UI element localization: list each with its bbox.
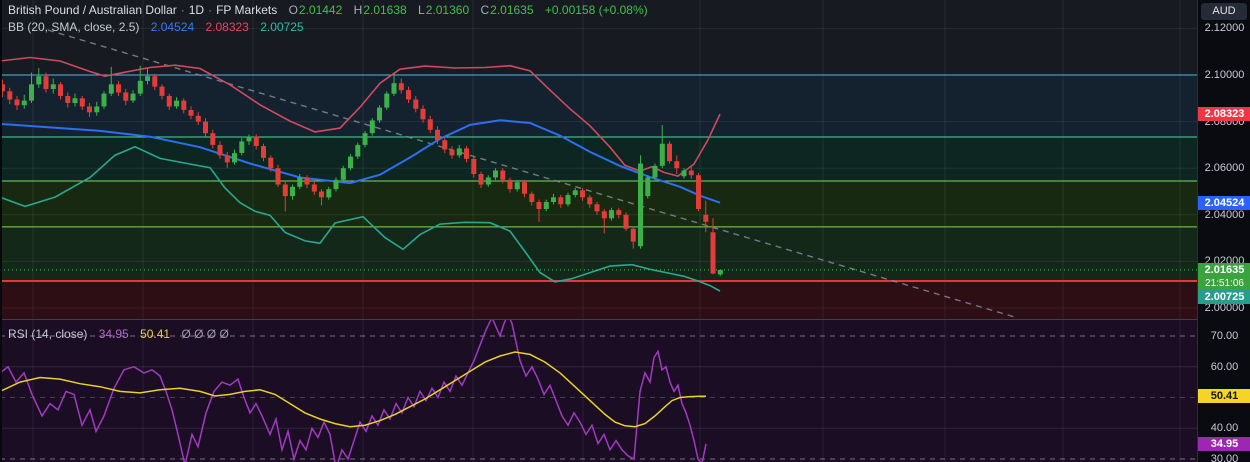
price-tick-label: 2.10000 <box>1204 69 1245 81</box>
symbol-legend-row[interactable]: British Pound / Australian Dollar · 1D · FP … <box>8 3 648 17</box>
price-tick-label: 2.06000 <box>1204 162 1245 175</box>
price-badge-2.04524: 2.04524 <box>1198 195 1250 210</box>
open-label: O <box>288 3 298 17</box>
rsi-indicator-label: RSI (14, close) <box>8 327 88 341</box>
currency-toggle-button[interactable]: AUD <box>1201 3 1247 20</box>
low-label: L <box>418 3 425 17</box>
rsi-tick-label: 70.00 <box>1210 330 1239 342</box>
rsi-ma-value: 50.41 <box>140 327 171 341</box>
separator-dot: · <box>180 3 185 17</box>
price-badge-2.00725: 2.00725 <box>1198 289 1250 304</box>
symbol-title: British Pound / Australian Dollar <box>8 3 177 17</box>
bb-indicator-label: BB (20, SMA, close, 2.5) <box>8 20 140 34</box>
price-tick-label: 2.12000 <box>1204 22 1245 35</box>
close-label: C <box>480 3 490 17</box>
bb-upper-value: 2.08323 <box>205 20 249 34</box>
price-badge-2.08323: 2.08323 <box>1198 107 1250 122</box>
price-pane[interactable] <box>0 0 1197 320</box>
bb-indicator-legend-row[interactable]: BB (20, SMA, close, 2.5) 2.04524 2.08323… <box>8 20 304 34</box>
close-value: 2.01635 <box>490 3 534 17</box>
separator-dot: · <box>208 3 213 17</box>
bb-lower-value: 2.00725 <box>260 20 304 34</box>
price-tick-label: 2.04000 <box>1204 208 1245 221</box>
candle-countdown-timer: 21:51:06 <box>1205 277 1244 289</box>
rsi-empty-slots: Ø Ø Ø Ø <box>181 327 229 341</box>
price-axis[interactable]: AUD 2.12000 2.10000 2.08000 2.06000 2.04000 2… <box>1197 0 1250 462</box>
price-badge-2.01635: 2.01635 21:51:06 <box>1198 262 1250 290</box>
broker-label: FP Markets <box>216 3 278 17</box>
rsi-tick-label: 60.00 <box>1210 360 1239 373</box>
high-value: 2.01638 <box>363 3 407 17</box>
chart-canvas[interactable] <box>0 0 1250 462</box>
rsi-badge-34.95: 34.95 <box>1198 436 1250 451</box>
rsi-badge-50.41: 50.41 <box>1198 389 1250 404</box>
open-value: 2.01442 <box>298 3 343 17</box>
low-value: 2.01360 <box>425 3 470 17</box>
rsi-tick-label: 30.00 <box>1210 453 1239 462</box>
pane-left-edge <box>0 0 2 462</box>
rsi-tick-label: 40.00 <box>1210 422 1239 435</box>
rsi-value: 34.95 <box>98 327 129 341</box>
timeframe-label[interactable]: 1D <box>189 3 204 17</box>
trading-chart-window: British Pound / Australian Dollar · 1D · FP … <box>0 0 1250 462</box>
change-value: +0.00158 (+0.08%) <box>544 3 648 17</box>
rsi-indicator-legend-row[interactable]: RSI (14, close) 34.95 50.41 Ø Ø Ø Ø <box>8 327 229 341</box>
high-label: H <box>353 3 363 17</box>
bb-basis-value: 2.04524 <box>150 20 195 34</box>
price-zones <box>0 75 1197 319</box>
